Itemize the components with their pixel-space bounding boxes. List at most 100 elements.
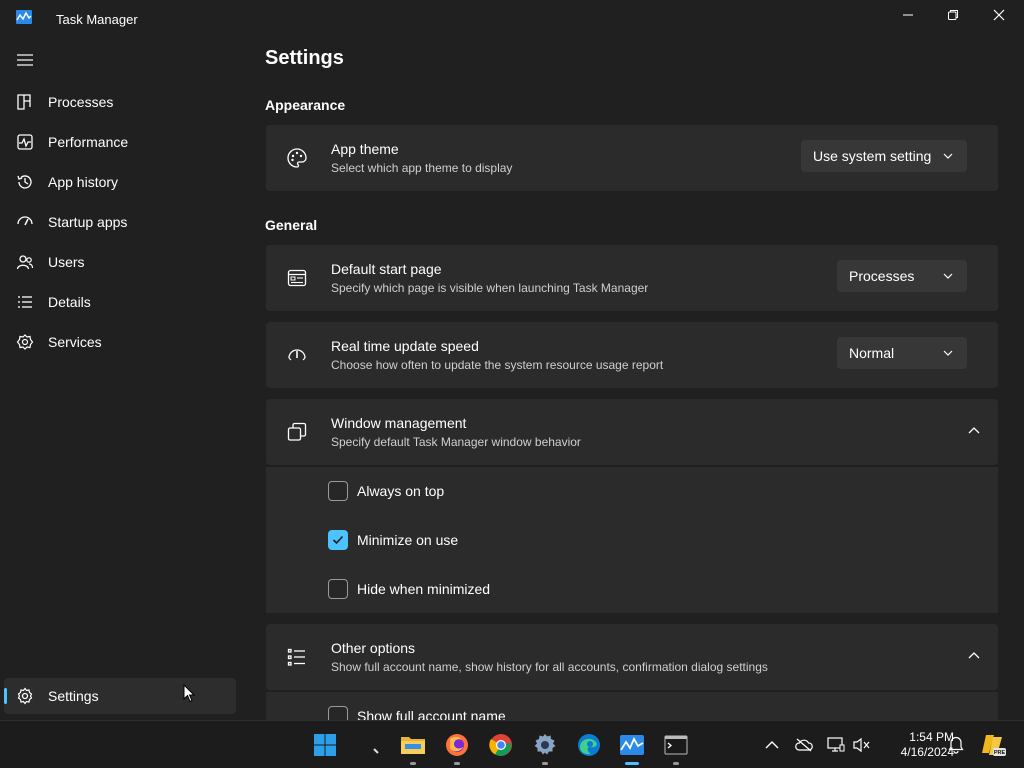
dropdown-value: Processes (849, 268, 915, 284)
restore-button[interactable] (930, 0, 976, 30)
update-speed-dropdown[interactable]: Normal (837, 337, 967, 369)
edge-icon (578, 734, 600, 756)
hide-when-minimized-option[interactable]: Hide when minimized (328, 579, 490, 599)
default-start-page-dropdown[interactable]: Processes (837, 260, 967, 292)
card-title: Default start page (331, 261, 442, 277)
terminal-button[interactable] (660, 729, 692, 765)
chevron-up-icon[interactable] (968, 650, 980, 662)
card-subtitle: Specify which page is visible when launc… (331, 281, 649, 295)
minimize-on-use-option[interactable]: Minimize on use (328, 530, 458, 550)
section-heading-appearance: Appearance (265, 97, 346, 113)
onedrive-tray-button[interactable] (795, 736, 813, 754)
sidebar-item-processes[interactable]: Processes (4, 84, 236, 120)
chrome-button[interactable] (485, 729, 517, 761)
checkbox-label: Hide when minimized (357, 581, 491, 597)
details-icon (18, 296, 32, 308)
sidebar-item-label: Users (48, 254, 85, 270)
network-icon (827, 737, 845, 752)
card-title: Other options (331, 640, 416, 656)
chevron-down-icon (943, 350, 953, 356)
close-icon (993, 9, 1005, 21)
folder-icon (401, 737, 425, 754)
firefox-button[interactable] (441, 729, 473, 765)
list-options-icon (287, 648, 305, 666)
hamburger-menu-button[interactable] (14, 50, 36, 70)
mouse-cursor-icon (183, 684, 195, 703)
performance-icon (17, 134, 33, 150)
task-manager-icon (620, 735, 644, 755)
sidebar-item-app-history[interactable]: App history (4, 164, 236, 200)
clock-date: 4/16/2024 (900, 745, 954, 759)
card-title: Window management (331, 415, 467, 431)
show-full-account-name-checkbox[interactable] (328, 706, 348, 720)
services-icon (16, 334, 34, 350)
clock[interactable]: 1:54 PM 4/16/2024 (872, 730, 954, 760)
app-theme-dropdown[interactable]: Use system setting (801, 140, 967, 172)
show-hidden-icons-button[interactable] (763, 736, 781, 754)
clock-time: 1:54 PM (909, 730, 954, 744)
taskbar: 1:54 PM 4/16/2024 PRE (0, 720, 1024, 768)
checkbox-label: Always on top (357, 483, 445, 499)
dropdown-value: Normal (849, 345, 895, 361)
app-title: Task Manager (56, 12, 138, 27)
palette-icon (287, 148, 307, 168)
file-explorer-button[interactable] (397, 729, 429, 765)
sidebar-item-services[interactable]: Services (4, 324, 236, 360)
preview-badge: PRE (994, 750, 1006, 756)
startup-apps-icon (17, 216, 33, 226)
task-manager-icon (16, 10, 32, 24)
always-on-top-checkbox[interactable] (328, 481, 348, 501)
sidebar-item-details[interactable]: Details (4, 284, 236, 320)
chevron-up-icon[interactable] (968, 425, 980, 437)
notifications-button[interactable] (947, 736, 965, 754)
settings-gear-icon (534, 734, 556, 755)
title-bar: Task Manager (0, 0, 1024, 36)
window-icon (287, 422, 307, 441)
task-manager-taskbar-button[interactable] (616, 729, 648, 765)
copilot-icon: PRE (982, 735, 1006, 756)
app-history-icon (17, 175, 32, 189)
sidebar-item-label: App history (48, 174, 119, 190)
dropdown-value: Use system setting (813, 148, 932, 164)
start-button[interactable] (309, 729, 341, 761)
running-indicator (454, 762, 460, 765)
minimize-on-use-checkbox[interactable] (328, 530, 348, 550)
show-full-account-name-option[interactable]: Show full account name (328, 706, 506, 720)
always-on-top-option[interactable]: Always on top (328, 481, 444, 501)
update-speed-card: Real time update speed Choose how often … (266, 322, 998, 388)
hide-when-minimized-checkbox[interactable] (328, 579, 348, 599)
volume-tray-button[interactable] (853, 736, 871, 754)
other-options-header[interactable]: Other options Show full account name, sh… (266, 624, 998, 690)
restore-icon (948, 10, 958, 20)
card-subtitle: Choose how often to update the system re… (331, 358, 664, 372)
window-management-options: Always on top Minimize on use Hide when … (266, 466, 998, 613)
other-options-panel: Show full account name (266, 691, 998, 720)
minimize-button[interactable] (885, 0, 931, 30)
chrome-icon (489, 734, 512, 756)
chevron-down-icon (943, 273, 953, 279)
terminal-icon (664, 735, 688, 755)
sidebar-item-users[interactable]: Users (4, 244, 236, 280)
network-tray-button[interactable] (827, 736, 845, 754)
edge-button[interactable] (573, 729, 605, 761)
search-button[interactable] (353, 729, 385, 761)
processes-icon (17, 94, 31, 110)
chevron-up-icon (765, 741, 779, 749)
sidebar-item-label: Settings (48, 688, 99, 704)
default-start-page-card: Default start page Specify which page is… (266, 245, 998, 311)
running-indicator (410, 762, 416, 765)
running-indicator (542, 762, 548, 765)
sidebar-item-performance[interactable]: Performance (4, 124, 236, 160)
close-button[interactable] (976, 0, 1022, 30)
copilot-button[interactable]: PRE (980, 732, 1006, 758)
sidebar-item-settings[interactable]: Settings (4, 678, 236, 714)
settings-app-button[interactable] (529, 729, 561, 765)
sidebar-item-label: Performance (48, 134, 129, 150)
sidebar-item-label: Details (48, 294, 91, 310)
window-management-header[interactable]: Window management Specify default Task M… (266, 399, 998, 465)
sidebar-item-label: Services (48, 334, 102, 350)
card-title: App theme (331, 141, 399, 157)
card-subtitle: Show full account name, show history for… (331, 660, 768, 674)
sidebar-item-startup-apps[interactable]: Startup apps (4, 204, 236, 240)
chevron-down-icon (943, 153, 953, 159)
